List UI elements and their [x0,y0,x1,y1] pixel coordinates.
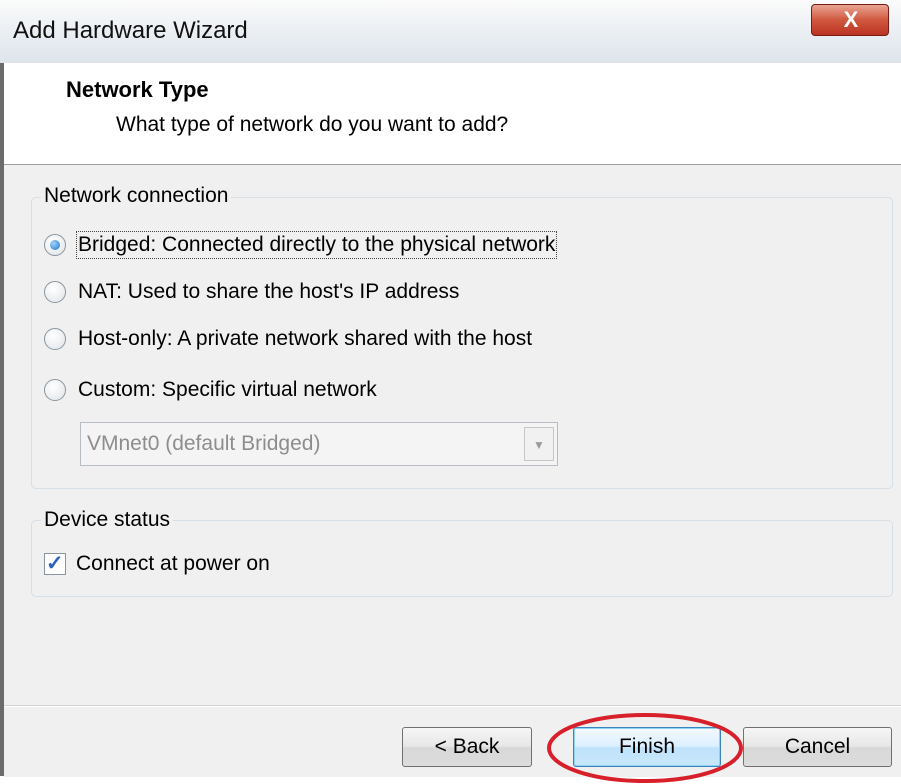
close-button[interactable]: X [811,4,889,36]
custom-network-select[interactable]: VMnet0 (default Bridged) ▼ [80,422,558,466]
chevron-down-icon[interactable]: ▼ [524,427,554,461]
finish-button[interactable]: Finish [573,727,721,767]
checkbox-checked[interactable]: ✓ [44,552,66,575]
radio-bridged[interactable]: Bridged: Connected directly to the physi… [44,230,558,260]
page-subtitle: What type of network do you want to add? [116,113,509,136]
connect-at-power-on-checkbox[interactable]: ✓ Connect at power on [44,549,270,579]
footer-divider [4,706,901,707]
window-left-border [0,63,4,776]
title-bar: Add Hardware Wizard X [0,0,901,63]
radio-custom[interactable]: Custom: Specific virtual network [44,375,377,405]
radio-button[interactable] [44,281,66,303]
network-connection-group-title: Network connection [41,184,232,208]
radio-button-selected[interactable] [44,234,66,256]
device-status-group-title: Device status [41,508,174,532]
radio-nat[interactable]: NAT: Used to share the host's IP address [44,277,459,307]
radio-host-only-label: Host-only: A private network shared with… [78,327,533,350]
radio-host-only[interactable]: Host-only: A private network shared with… [44,324,532,354]
radio-bridged-label: Bridged: Connected directly to the physi… [75,231,558,259]
back-button[interactable]: < Back [402,727,532,767]
radio-button[interactable] [44,379,66,401]
page-title: Network Type [66,77,209,102]
radio-nat-label: NAT: Used to share the host's IP address [78,280,460,303]
radio-custom-label: Custom: Specific virtual network [78,378,377,401]
cancel-button[interactable]: Cancel [743,727,892,767]
custom-network-value: VMnet0 (default Bridged) [87,432,321,455]
checkmark-icon: ✓ [46,552,64,575]
window-title: Add Hardware Wizard [13,17,248,44]
connect-at-power-on-label: Connect at power on [76,552,270,575]
radio-button[interactable] [44,328,66,350]
close-icon: X [843,7,859,32]
